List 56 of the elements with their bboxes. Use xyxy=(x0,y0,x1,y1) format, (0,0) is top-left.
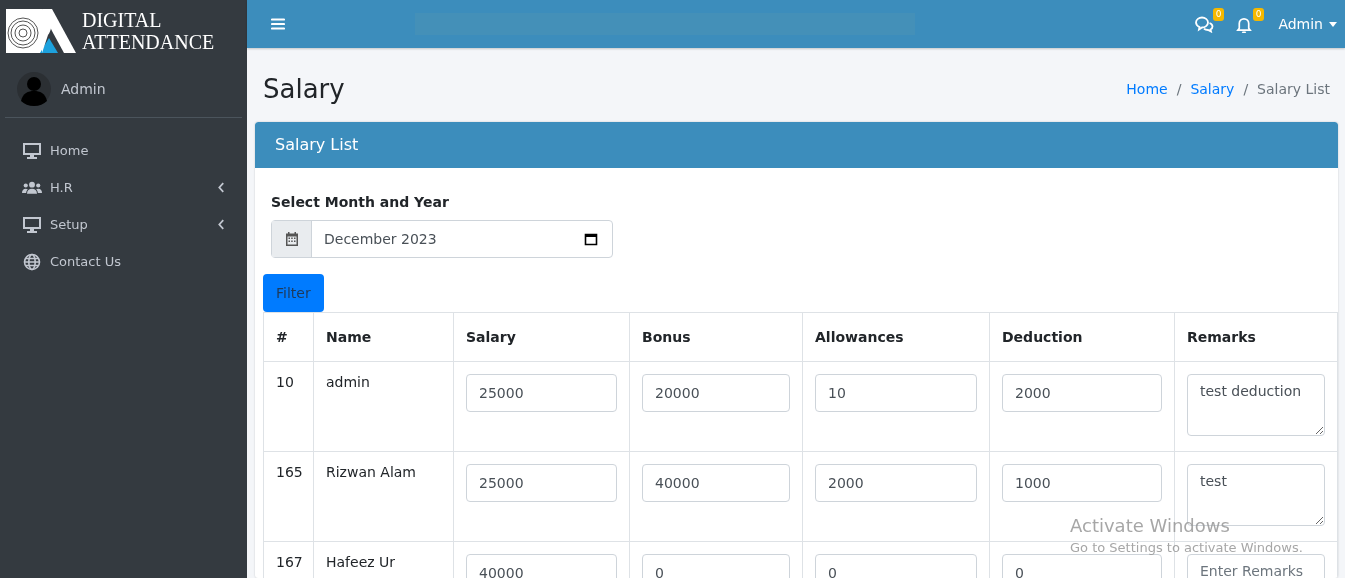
input-field[interactable]: 25000 xyxy=(466,374,617,412)
input-field[interactable]: 0 xyxy=(642,554,790,578)
table-cell: 10 xyxy=(263,361,314,452)
column-header: Allowances xyxy=(802,312,990,362)
input-field[interactable]: 0 xyxy=(1002,554,1162,578)
breadcrumb-link[interactable]: Home xyxy=(1126,81,1168,97)
breadcrumb-separator: / xyxy=(1176,81,1182,97)
month-field[interactable]: December 2023 xyxy=(271,220,613,258)
breadcrumb-link[interactable]: Salary xyxy=(1190,81,1235,97)
globe-icon xyxy=(22,252,42,271)
calendar-icon xyxy=(284,232,299,246)
breadcrumb-current: Salary List xyxy=(1257,81,1330,97)
table-cell: Rizwan Alam xyxy=(313,451,454,542)
table-cell: 167 xyxy=(263,541,314,578)
input-field[interactable]: 0 xyxy=(815,554,977,578)
input-field[interactable]: 2000 xyxy=(815,464,977,502)
sidebar-item[interactable]: Setup xyxy=(0,206,247,243)
remarks-field[interactable]: Enter Remarks xyxy=(1187,554,1325,578)
caret-icon xyxy=(1329,21,1337,27)
count-badge: 0 xyxy=(1212,7,1225,21)
breadcrumb-separator: / xyxy=(1243,81,1249,97)
brand-name: ATTENDANCE xyxy=(82,31,215,53)
input-field[interactable]: 20000 xyxy=(642,374,790,412)
user-menu[interactable]: Admin xyxy=(1278,16,1337,32)
avatar-icon xyxy=(17,72,51,106)
monitor-icon xyxy=(22,215,42,234)
brand-name: DIGITAL xyxy=(82,9,163,31)
input-field[interactable]: 25000 xyxy=(466,464,617,502)
column-header: Remarks xyxy=(1174,312,1338,362)
column-header: Deduction xyxy=(989,312,1175,362)
sidebar-item[interactable]: H.R xyxy=(0,169,247,206)
menu-icon xyxy=(271,18,285,30)
user-name[interactable]: Admin xyxy=(61,81,106,97)
input-field[interactable]: 40000 xyxy=(642,464,790,502)
column-header: Name xyxy=(313,312,454,362)
input-field[interactable]: 10 xyxy=(815,374,977,412)
table-cell: admin xyxy=(313,361,454,452)
input-field[interactable]: 40000 xyxy=(466,554,617,578)
input-field[interactable]: 1000 xyxy=(1002,464,1162,502)
logo-icon xyxy=(6,7,76,55)
sidebar-item[interactable]: Contact Us xyxy=(0,243,247,280)
card-header: Salary List xyxy=(255,122,1338,168)
column-header: Salary xyxy=(453,312,630,362)
page-title: Salary xyxy=(263,74,345,104)
calendar-icon xyxy=(584,232,598,246)
table-cell: 165 xyxy=(263,451,314,542)
column-header: # xyxy=(263,312,314,362)
field-label: Select Month and Year xyxy=(271,194,450,210)
activation-notice-text: Go to Settings to activate Windows. xyxy=(1070,540,1303,555)
chat-icon xyxy=(1194,15,1215,33)
input-field[interactable]: 2000 xyxy=(1002,374,1162,412)
count-badge: 0 xyxy=(1252,7,1265,21)
monitor-icon xyxy=(22,141,42,160)
remarks-field[interactable]: test deduction xyxy=(1187,374,1325,436)
column-header: Bonus xyxy=(629,312,803,362)
sidebar-item[interactable]: Home xyxy=(0,132,247,169)
